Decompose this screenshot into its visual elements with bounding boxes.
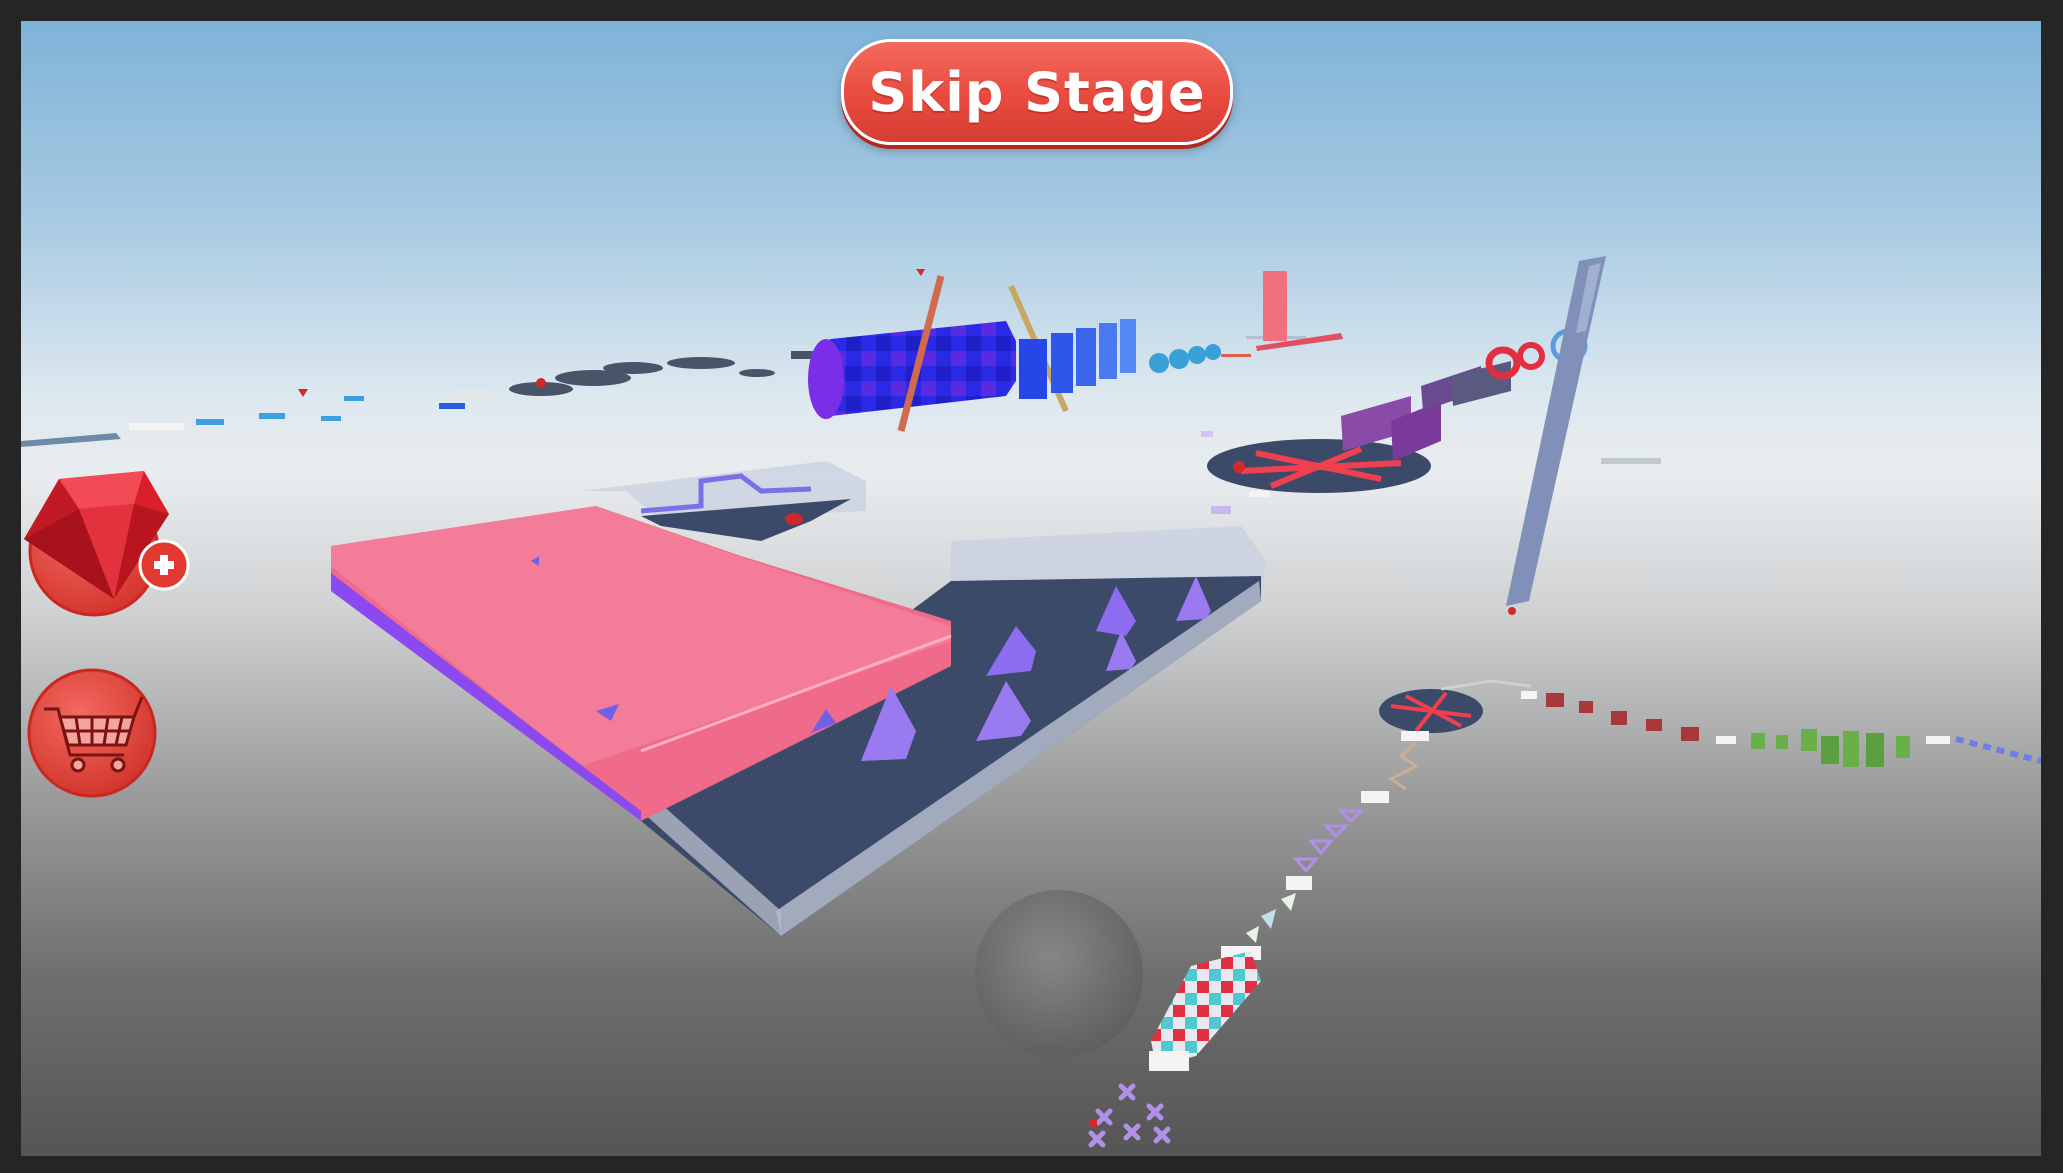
- store-button[interactable]: [26, 667, 158, 799]
- moon: [975, 890, 1143, 1058]
- game-viewport[interactable]: Skip Stage: [21, 21, 2041, 1156]
- spinner-platform-near: [1379, 689, 1483, 733]
- main-platform: [331, 461, 1266, 936]
- distant-track-left: [21, 351, 831, 447]
- tall-tower: [1506, 256, 1661, 615]
- skip-stage-button[interactable]: Skip Stage: [841, 39, 1233, 145]
- front-obstacle-path: [1088, 731, 1429, 1148]
- gem-shop-button[interactable]: [24, 469, 199, 617]
- blue-wall-steps: [1019, 319, 1306, 399]
- plus-icon: [138, 539, 190, 591]
- right-obstacle-path: [1440, 679, 2041, 767]
- pink-pillar: [1263, 271, 1287, 341]
- obby-scene: [21, 256, 2041, 1148]
